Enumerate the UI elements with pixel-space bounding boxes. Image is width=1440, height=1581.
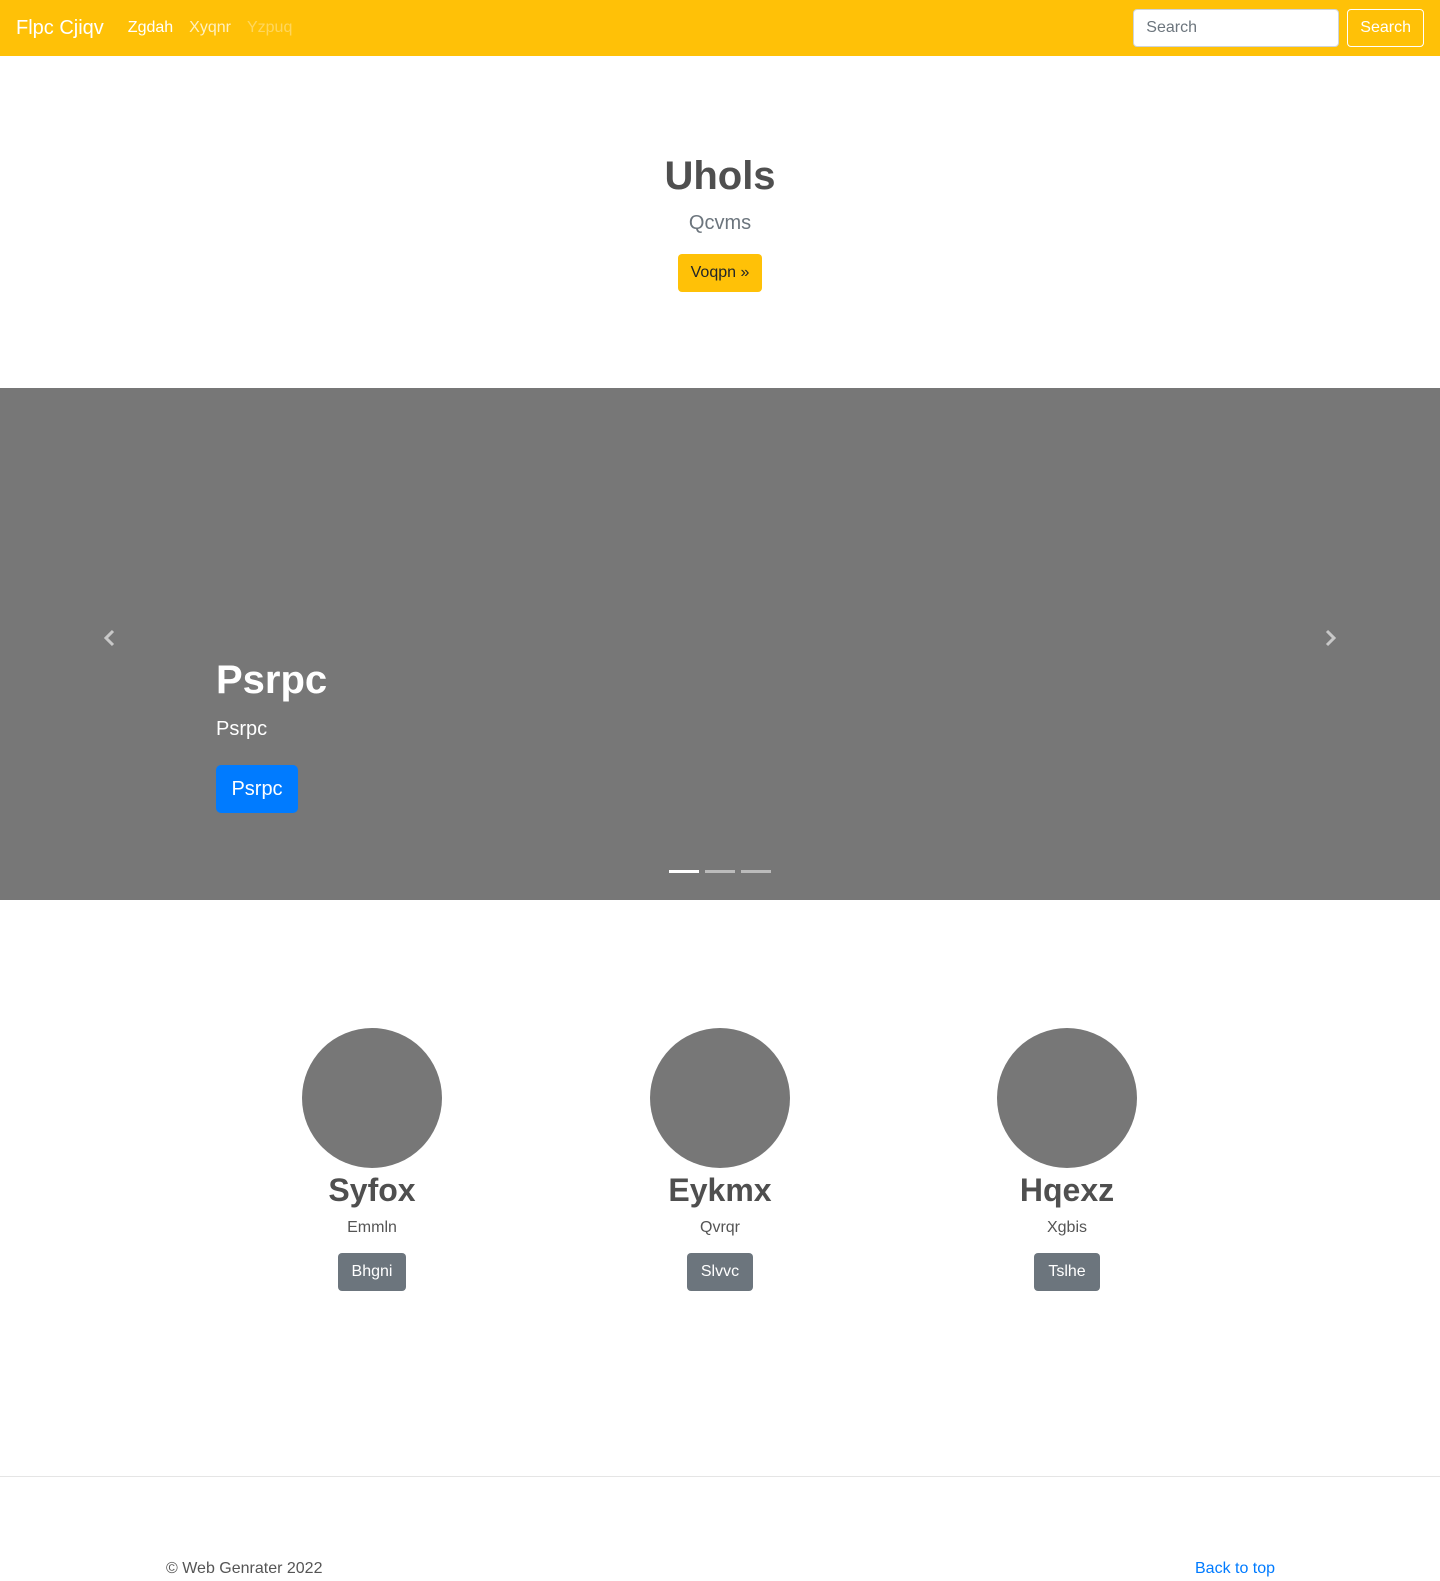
search-button[interactable]: Search [1347,9,1424,47]
hero-section: Uhols Qcvms Voqpn » [0,56,1440,388]
footer-copyright: © Web Genrater 2022 [166,1560,323,1577]
chevron-left-icon[interactable] [100,628,120,648]
nav-link-zgdah[interactable]: Zgdah [128,19,173,37]
carousel-indicator-2[interactable] [705,870,735,873]
feature-title: Syfox [328,1172,416,1208]
feature-column: Hqexz Xgbis Tslhe [967,1028,1167,1291]
feature-text: Xgbis [1046,1219,1088,1236]
feature-button[interactable]: Tslhe [1034,1253,1100,1291]
feature-image-placeholder [997,1028,1137,1168]
feature-image-placeholder [650,1028,790,1168]
carousel-caption-title: Psrpc [216,658,328,702]
hero-cta-button[interactable]: Voqpn » [678,254,762,292]
feature-title: Hqexz [1019,1172,1115,1208]
feature-image-placeholder [302,1028,442,1168]
nav-link-yzpuq: Yzpuq [246,19,293,36]
hero-subtitle: Qcvms [688,212,752,234]
carousel-indicator-1[interactable] [669,870,699,873]
feature-column: Syfox Emmln Bhgni [272,1028,472,1291]
back-to-top-link[interactable]: Back to top [1195,1560,1275,1578]
carousel-indicators [669,870,777,873]
nav-link-xyqnr[interactable]: Xyqnr [189,19,231,37]
feature-text: Qvrqr [700,1219,740,1236]
feature-title: Eykmx [668,1172,772,1208]
feature-button[interactable]: Slvvc [686,1253,754,1291]
carousel-caption-text: Psrpc [216,718,268,740]
carousel-cta-button[interactable]: Psrpc [216,765,298,813]
feature-column: Eykmx Qvrqr Slvvc [620,1028,820,1291]
feature-text: Emmln [347,1219,397,1236]
hero-title: Uhols [664,154,776,198]
navbar: Flpc Cjiqv Zgdah Xyqnr Yzpuq Search [0,0,1440,56]
carousel-indicator-3[interactable] [741,870,771,873]
chevron-right-icon[interactable] [1320,628,1340,648]
brand-link[interactable]: Flpc Cjiqv [16,17,104,40]
carousel: Psrpc Psrpc Psrpc [0,388,1440,900]
footer-divider [0,1476,1440,1477]
search-input[interactable] [1133,9,1340,47]
feature-button[interactable]: Bhgni [337,1253,407,1291]
